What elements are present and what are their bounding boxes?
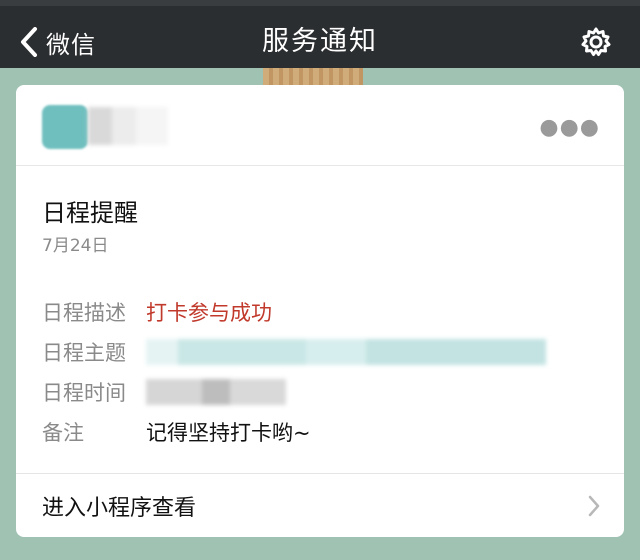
field-row-topic: 日程主题 [42, 337, 546, 367]
field-label: 备注 [42, 421, 84, 445]
chevron-right-icon [588, 495, 600, 521]
field-label: 日程时间 [42, 381, 126, 405]
mini-program-avatar[interactable] [42, 105, 88, 149]
mini-program-name-blurred [88, 107, 168, 145]
field-value-blurred [146, 339, 546, 365]
field-label: 日程描述 [42, 301, 126, 325]
field-row-note: 备注 记得坚持打卡哟~ [42, 417, 311, 447]
field-label: 日程主题 [42, 341, 126, 365]
page-title: 服务通知 [262, 26, 378, 57]
navigation-bar: 微信 服务通知 [0, 0, 640, 68]
field-value: 记得坚持打卡哟~ [146, 421, 311, 445]
card-title: 日程提醒 [42, 199, 138, 227]
card-header: ●●● [16, 85, 624, 166]
open-mini-program-link[interactable]: 进入小程序查看 [16, 474, 624, 537]
field-value-blurred [146, 379, 286, 405]
status-bar [0, 0, 640, 6]
field-row-time: 日程时间 [42, 377, 286, 407]
card-date: 7月24日 [42, 236, 109, 256]
field-value: 打卡参与成功 [146, 301, 272, 325]
notification-card: ●●● 日程提醒 7月24日 日程描述 打卡参与成功 日程主题 日程时间 备注 … [16, 85, 624, 537]
open-mini-program-label: 进入小程序查看 [42, 495, 197, 521]
more-options-icon[interactable]: ●●● [539, 115, 600, 140]
field-row-description: 日程描述 打卡参与成功 [42, 297, 272, 327]
background-decoration [263, 68, 363, 85]
settings-gear-icon[interactable] [580, 26, 612, 58]
